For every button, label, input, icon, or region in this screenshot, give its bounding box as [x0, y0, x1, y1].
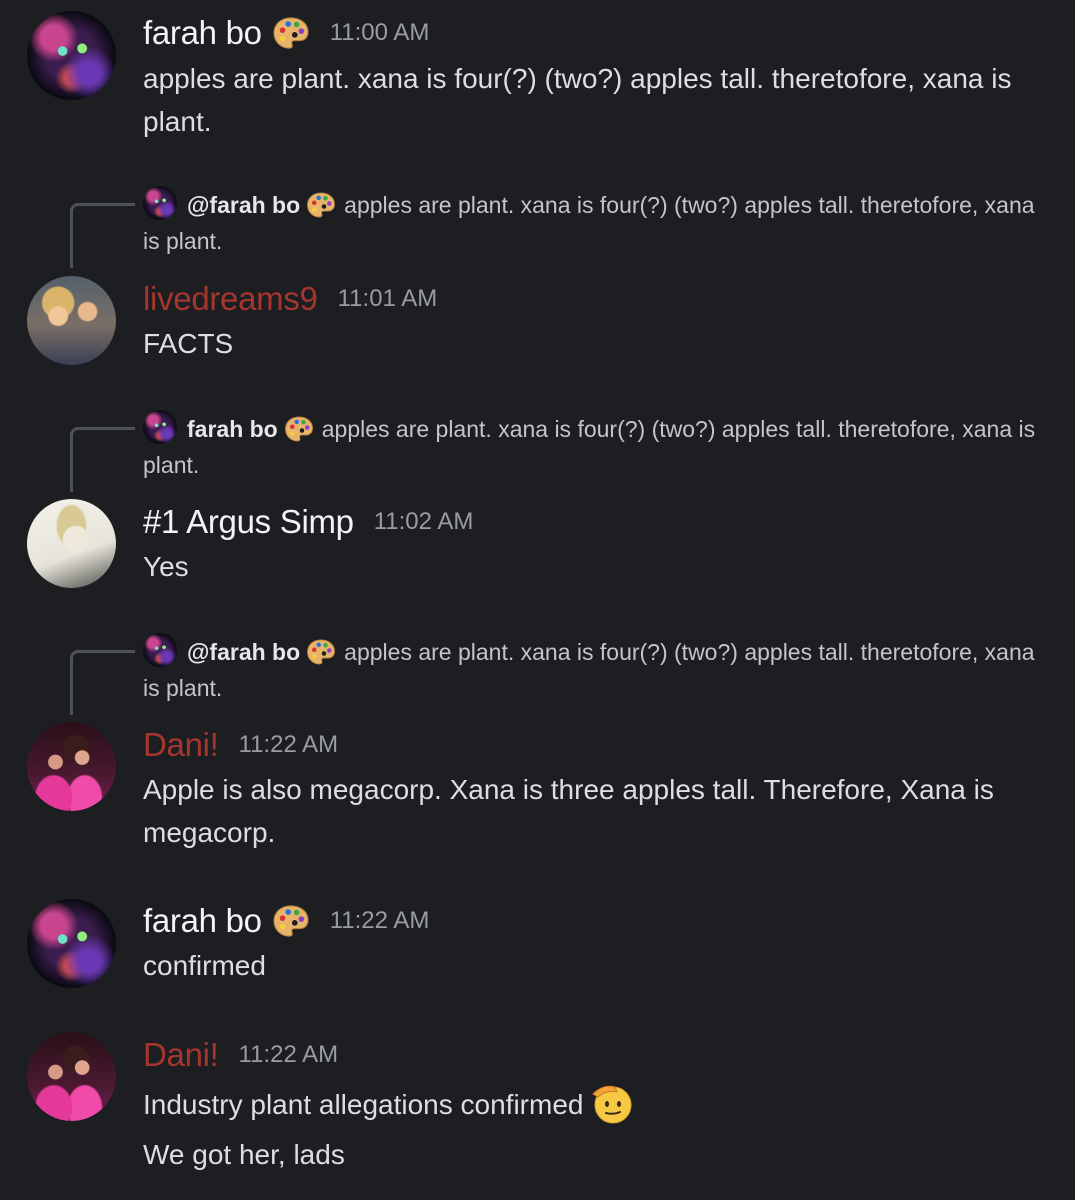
artist-palette-icon — [272, 904, 310, 938]
reply-author[interactable]: @farah bo — [187, 192, 300, 218]
avatar-farah-bo[interactable] — [27, 11, 116, 100]
timestamp: 11:02 AM — [373, 508, 474, 535]
avatar-dani[interactable] — [27, 722, 116, 811]
message-header: farah bo 11:00 AM — [143, 14, 429, 52]
message-text: confirmed — [143, 944, 1043, 987]
avatar-livedreams9[interactable] — [27, 276, 116, 365]
message-line: Apple is also megacorp. Xana is three ap… — [143, 774, 994, 848]
reply-preview[interactable]: farah bo apples are plant. xana is four(?… — [143, 410, 1043, 483]
author-name[interactable]: Dani! — [143, 1036, 219, 1074]
reply-connector — [70, 203, 135, 268]
message-line: Industry plant allegations confirmed — [143, 1089, 584, 1120]
timestamp: 11:22 AM — [238, 1041, 339, 1068]
artist-palette-icon — [272, 16, 310, 50]
author-name[interactable]: Dani! — [143, 726, 219, 764]
message-line: confirmed — [143, 950, 266, 981]
avatar-farah-bo[interactable] — [27, 899, 116, 988]
reply-preview[interactable]: @farah bo apples are plant. xana is four(… — [143, 186, 1043, 259]
message-header: Dani! 11:22 AM — [143, 726, 338, 764]
author-name[interactable]: livedreams9 — [143, 280, 318, 318]
reply-avatar — [143, 186, 177, 220]
message-text: Yes — [143, 545, 1043, 588]
reply-connector — [70, 427, 135, 492]
avatar-argus-simp[interactable] — [27, 499, 116, 588]
message-text: We got her, lads — [143, 1133, 1043, 1176]
author-name[interactable]: farah bo — [143, 14, 262, 52]
artist-palette-icon — [306, 191, 336, 219]
reply-author[interactable]: farah bo — [187, 416, 278, 442]
artist-palette-icon — [306, 638, 336, 666]
avatar-dani[interactable] — [27, 1032, 116, 1121]
reply-avatar — [143, 410, 177, 444]
artist-palette-icon — [284, 415, 314, 443]
timestamp: 11:01 AM — [337, 285, 438, 312]
message-line: We got her, lads — [143, 1139, 345, 1170]
message-header: Dani! 11:22 AM — [143, 1036, 338, 1074]
message-line: FACTS — [143, 328, 234, 359]
message-header: farah bo 11:22 AM — [143, 902, 429, 940]
message-line: apples are plant. xana is four(?) (two?)… — [143, 63, 1012, 137]
message-text: FACTS — [143, 322, 1043, 365]
message-text: apples are plant. xana is four(?) (two?)… — [143, 57, 1043, 143]
saluting-face-icon — [592, 1085, 632, 1124]
timestamp: 11:22 AM — [329, 907, 430, 934]
message-line: Yes — [143, 551, 189, 582]
message-header: #1 Argus Simp 11:02 AM — [143, 503, 473, 541]
author-name[interactable]: #1 Argus Simp — [143, 503, 354, 541]
reply-author[interactable]: @farah bo — [187, 639, 300, 665]
reply-avatar — [143, 633, 177, 667]
message-text: Apple is also megacorp. Xana is three ap… — [143, 768, 1043, 854]
message-text: Industry plant allegations confirmed — [143, 1080, 1043, 1126]
message-header: livedreams9 11:01 AM — [143, 280, 437, 318]
timestamp: 11:22 AM — [238, 731, 339, 758]
reply-preview[interactable]: @farah bo apples are plant. xana is four(… — [143, 633, 1043, 706]
chat-log: farah bo 11:00 AM apples are plant. xana… — [0, 0, 1075, 1200]
timestamp: 11:00 AM — [329, 19, 430, 46]
reply-connector — [70, 650, 135, 715]
author-name[interactable]: farah bo — [143, 902, 262, 940]
